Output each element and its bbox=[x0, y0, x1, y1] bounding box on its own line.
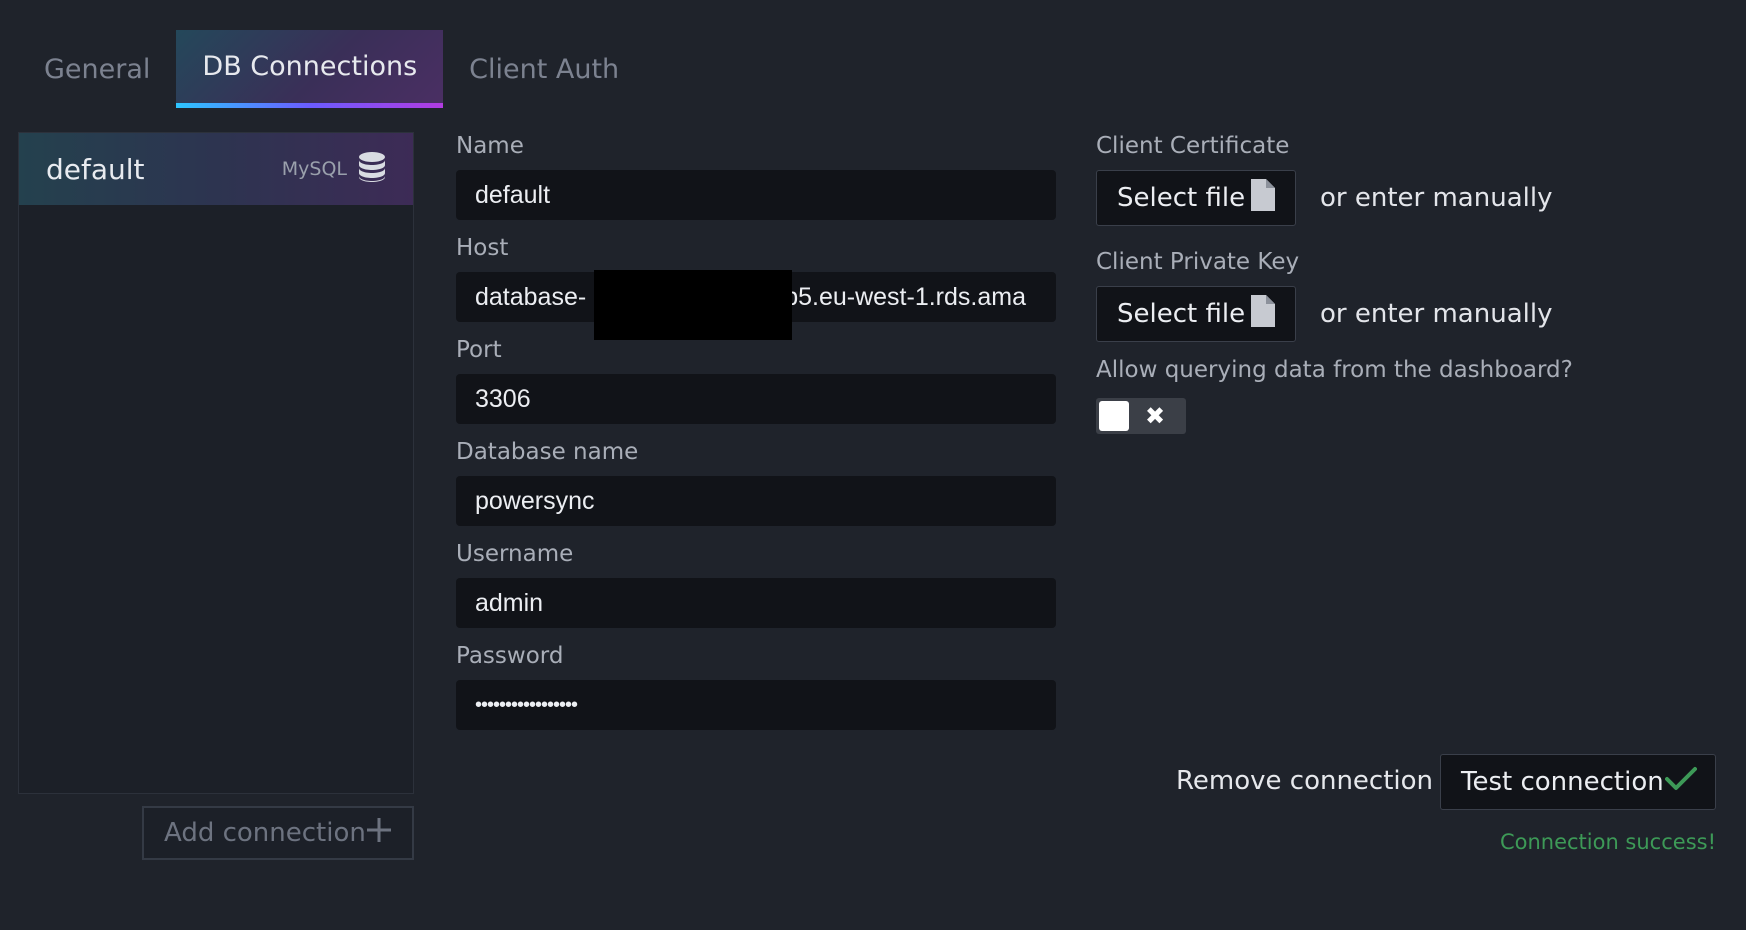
allow-querying-label: Allow querying data from the dashboard? bbox=[1096, 357, 1573, 383]
select-file-label: Select file bbox=[1117, 183, 1246, 213]
close-icon: ✖ bbox=[1145, 402, 1166, 430]
name-input[interactable] bbox=[456, 170, 1056, 220]
client-private-key-label: Client Private Key bbox=[1096, 249, 1300, 275]
client-certificate-label: Client Certificate bbox=[1096, 133, 1290, 159]
client-private-key-row: Select file or enter manually bbox=[1096, 286, 1716, 342]
host-label: Host bbox=[456, 235, 509, 261]
select-file-label: Select file bbox=[1117, 299, 1246, 329]
database-name-label: Database name bbox=[456, 439, 639, 465]
database-icon bbox=[357, 151, 387, 188]
database-name-input[interactable] bbox=[456, 476, 1056, 526]
client-certificate-manual-link[interactable]: or enter manually bbox=[1320, 183, 1552, 213]
connection-type-label: MySQL bbox=[281, 158, 347, 180]
client-private-key-manual-link[interactable]: or enter manually bbox=[1320, 299, 1552, 329]
client-private-key-select-button[interactable]: Select file bbox=[1096, 286, 1296, 342]
host-value-prefix: database- bbox=[475, 282, 587, 311]
connection-list: default MySQL bbox=[18, 132, 414, 794]
file-icon bbox=[1251, 294, 1275, 334]
tab-client-auth[interactable]: Client Auth bbox=[443, 30, 645, 108]
username-label: Username bbox=[456, 541, 574, 567]
port-input[interactable] bbox=[456, 374, 1056, 424]
toggle-knob bbox=[1099, 401, 1129, 431]
file-icon bbox=[1251, 178, 1275, 218]
username-input[interactable] bbox=[456, 578, 1056, 628]
connection-form: Name Host database- p5.eu-west-1.rds.ama… bbox=[456, 130, 1056, 742]
add-connection-label: Add connection bbox=[164, 818, 366, 848]
tab-db-connections[interactable]: DB Connections bbox=[176, 30, 444, 108]
tab-general[interactable]: General bbox=[18, 30, 176, 108]
host-value-suffix: p5.eu-west-1.rds.ama bbox=[784, 282, 1026, 311]
password-label: Password bbox=[456, 643, 564, 669]
plus-icon bbox=[366, 817, 392, 850]
checkmark-icon bbox=[1665, 766, 1697, 799]
client-certificate-row: Select file or enter manually bbox=[1096, 170, 1716, 226]
name-label: Name bbox=[456, 133, 524, 159]
password-input[interactable]: ••••••••••••••••• bbox=[456, 680, 1056, 730]
client-auth-panel: Client Certificate Select file or enter … bbox=[1096, 130, 1716, 434]
client-certificate-select-button[interactable]: Select file bbox=[1096, 170, 1296, 226]
remove-connection-button[interactable]: Remove connection bbox=[1176, 758, 1433, 804]
test-connection-button[interactable]: Test connection bbox=[1440, 754, 1716, 810]
redaction-box bbox=[594, 270, 792, 340]
test-connection-label: Test connection bbox=[1461, 767, 1664, 797]
connection-item-default[interactable]: default MySQL bbox=[19, 133, 413, 205]
tab-bar: General DB Connections Client Auth bbox=[18, 30, 645, 110]
allow-querying-toggle[interactable]: ✖ bbox=[1096, 398, 1186, 434]
connection-status: Connection success! bbox=[1499, 830, 1716, 854]
connection-type: MySQL bbox=[282, 151, 387, 188]
add-connection-button[interactable]: Add connection bbox=[142, 806, 414, 860]
connection-name: default bbox=[46, 152, 145, 186]
